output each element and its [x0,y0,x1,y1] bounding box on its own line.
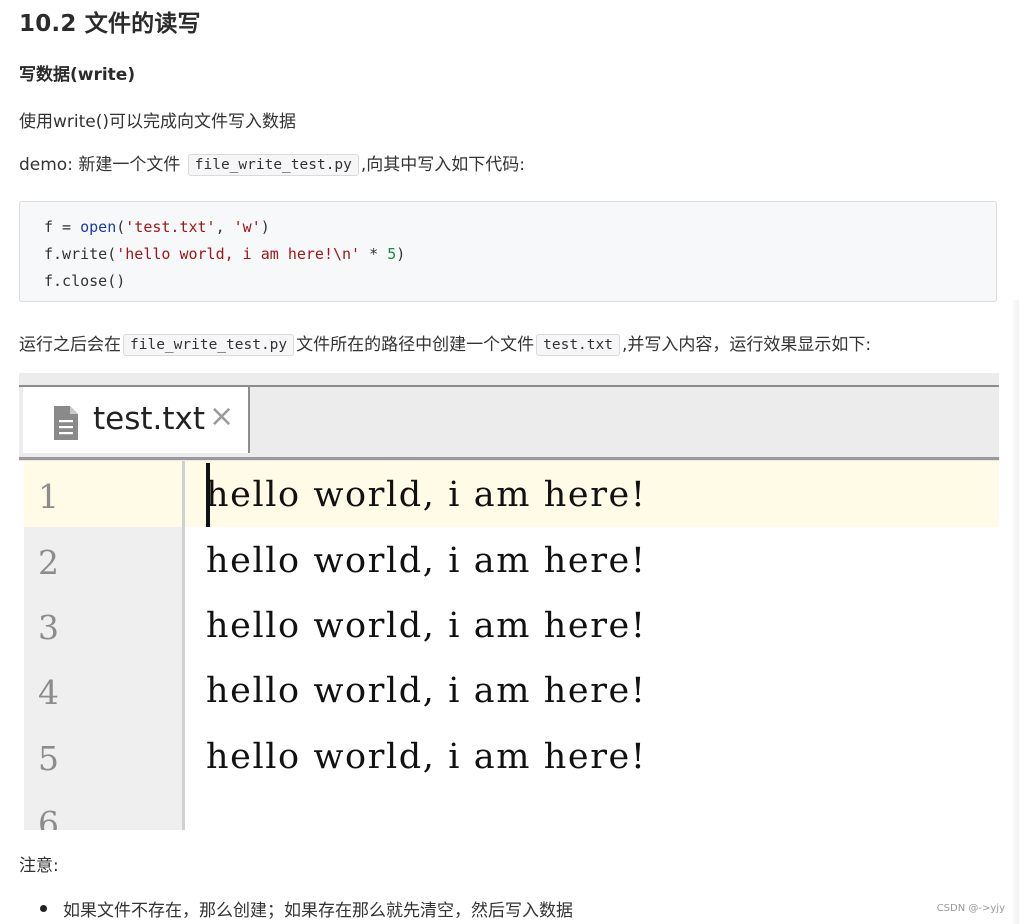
note-label: 注意: [19,856,59,876]
bullet-icon [40,905,47,912]
demo-prefix: demo: 新建一个文件 [19,155,186,175]
line-number-gutter: 1 2 3 4 5 6 [24,461,184,830]
inline-code-filename: file_write_test.py [187,154,359,176]
result-suffix: ,并写入内容，运行效果显示如下: [621,335,872,355]
line-number: 3 [38,608,59,647]
result-paragraph: 运行之后会在 file_write_test.py 文件所在的路径中创建一个文件 te… [19,330,871,356]
line-number: 5 [38,739,59,778]
code-line-2: f.write('hello world, i am here!\n' * 5) [44,245,406,263]
intro-paragraph: 使用write()可以完成向文件写入数据 [19,112,297,132]
line-number: 1 [38,477,59,516]
demo-paragraph: demo: 新建一个文件 file_write_test.py ,向其中写入如下代… [19,150,525,176]
section-heading: 10.2 文件的读写 [19,11,201,37]
text-file-icon [54,406,78,440]
code-block: f = open('test.txt', 'w') f.write('hello… [19,201,997,302]
code-line-1: f = open('test.txt', 'w') [44,218,270,236]
code-line-3: f.close() [44,272,126,290]
result-prefix: 运行之后会在 [19,335,121,355]
text-line: hello world, i am here! [206,606,647,646]
page-edge-shadow [1011,300,1019,924]
result-mid: 文件所在的路径中创建一个文件 [296,335,535,355]
note-list-item: 如果文件不存在，那么创建；如果存在那么就先清空，然后写入数据 [63,901,573,921]
watermark: CSDN @->yjy [936,903,1005,914]
subsection-heading: 写数据(write) [19,65,136,85]
editor-screenshot: test.txt × 1 2 3 4 5 6 hello world, i am… [19,373,999,830]
text-line: hello world, i am here! [206,541,647,581]
demo-suffix: ,向其中写入如下代码: [360,155,526,175]
text-line: hello world, i am here! [206,671,647,711]
editor-tab-test-txt[interactable]: test.txt × [23,387,250,453]
tab-label: test.txt [93,401,206,437]
text-line: hello world, i am here! [206,737,647,777]
close-icon[interactable]: × [209,399,234,434]
tab-bar-bottom-border [19,457,999,460]
editor-text-area[interactable]: hello world, i am here! hello world, i a… [185,461,999,830]
line-number: 6 [38,804,59,830]
line-number: 4 [38,673,59,712]
line-number: 2 [38,543,59,582]
inline-code-output-file: test.txt [536,334,620,356]
text-line: hello world, i am here! [206,475,647,515]
inline-code-filename-2: file_write_test.py [123,334,295,356]
